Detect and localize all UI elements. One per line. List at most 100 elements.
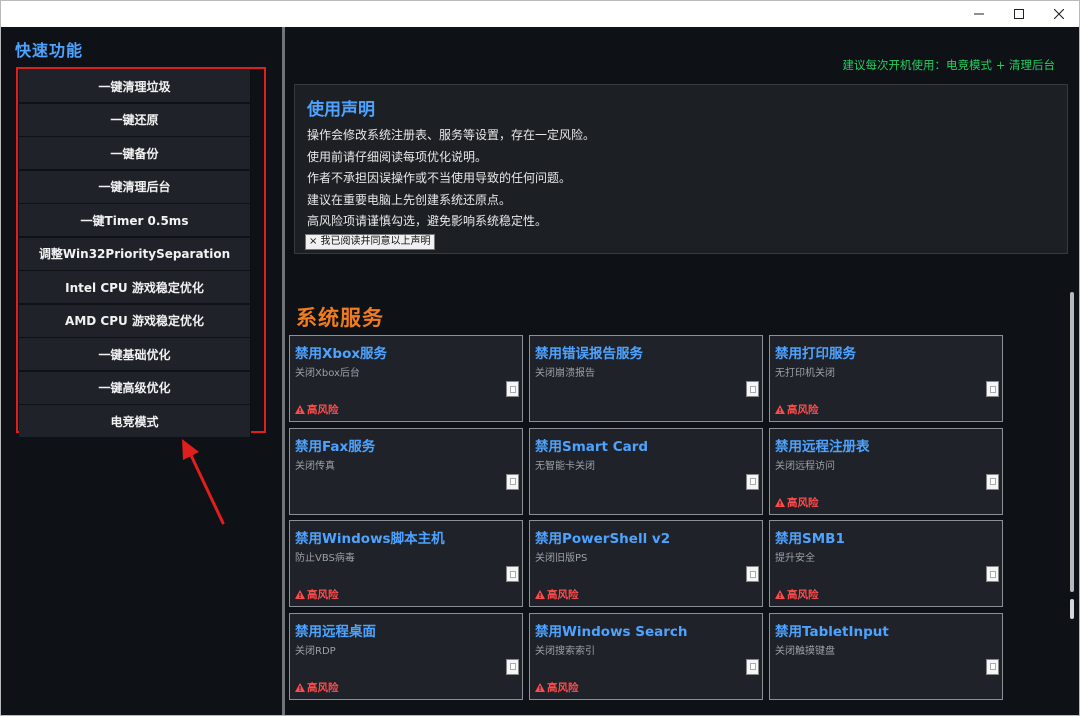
quick-button[interactable]: 一键清理垃圾	[19, 70, 251, 102]
checkbox-box-icon	[749, 478, 756, 485]
service-card-title: 禁用TabletInput	[775, 623, 889, 640]
service-card-desc: 关闭远程访问	[775, 460, 835, 472]
agree-checkbox[interactable]: × 我已阅读并同意以上声明	[305, 234, 435, 250]
service-checkbox[interactable]	[746, 381, 759, 397]
warning-icon	[535, 682, 545, 692]
service-checkbox[interactable]	[746, 566, 759, 582]
service-card-title: 禁用Windows脚本主机	[295, 531, 445, 547]
minimize-button[interactable]	[959, 1, 999, 27]
service-card: 禁用错误报告服务关闭崩溃报告	[529, 335, 763, 422]
close-button[interactable]	[1039, 1, 1079, 27]
red-arrow-annotation	[182, 439, 225, 525]
quick-button[interactable]: 调整Win32PrioritySeparation	[19, 237, 251, 270]
risk-badge: 高风险	[295, 587, 339, 602]
scrollbar[interactable]	[1069, 289, 1075, 715]
warning-icon	[295, 590, 305, 599]
notice-line: 作者不承担因误操作或不当使用导致的任何问题。	[307, 171, 572, 185]
service-card-title: 禁用PowerShell v2	[535, 531, 671, 547]
app-window: 快速功能 一键清理垃圾 一键还原 一键备份 一键清理后台 一键Timer 0.5ms 调整…	[0, 0, 1080, 716]
notice-line: 建议在重要电脑上先创建系统还原点。	[307, 192, 512, 207]
notice-line: 使用前请仔细阅读每项优化说明。	[307, 149, 488, 164]
quick-button[interactable]: Intel CPU 游戏稳定优化	[19, 271, 251, 303]
risk-badge: 高风险	[295, 680, 339, 695]
service-card-desc: 关闭旧版PS	[535, 553, 588, 564]
system-services-title: 系统服务	[296, 306, 384, 330]
service-card-desc: 无打印机关闭	[775, 368, 835, 379]
service-checkbox[interactable]	[986, 658, 999, 675]
risk-label: 高风险	[787, 496, 819, 509]
service-card-desc: 关闭崩溃报告	[535, 368, 595, 379]
risk-label: 高风险	[787, 589, 819, 601]
service-card-title: 禁用Windows Search	[535, 623, 688, 640]
quick-button[interactable]: 一键清理后台	[19, 170, 251, 203]
warning-icon	[775, 405, 785, 414]
title-bar	[1, 1, 1079, 27]
checkbox-box-icon	[989, 385, 996, 393]
risk-label: 高风险	[307, 589, 339, 601]
service-checkbox[interactable]	[506, 473, 519, 490]
scrollbar-thumb-lower[interactable]	[1070, 599, 1074, 619]
service-card-title: 禁用Smart Card	[535, 438, 649, 455]
quick-button[interactable]: 一键Timer 0.5ms	[19, 204, 251, 236]
notice-line: 操作会修改系统注册表、服务等设置，存在一定风险。	[307, 128, 596, 142]
risk-badge: 高风险	[295, 402, 339, 417]
service-card-title: 禁用远程注册表	[775, 438, 870, 455]
notice-title: 使用声明	[307, 100, 375, 120]
checkbox-box-icon	[509, 570, 516, 578]
panel-divider	[282, 27, 285, 715]
minimize-icon	[974, 13, 984, 15]
service-card-desc: 关闭触摸键盘	[775, 645, 835, 657]
service-card-title: 禁用错误报告服务	[535, 346, 643, 362]
service-card-desc: 关闭RDP	[295, 645, 336, 657]
service-card: 禁用Smart Card 无智能卡关闭	[529, 427, 763, 515]
service-card-title: 禁用远程桌面	[295, 623, 376, 640]
maximize-button[interactable]	[999, 1, 1039, 27]
checkbox-box-icon	[509, 385, 516, 393]
service-card-title: 禁用打印服务	[775, 346, 856, 362]
risk-label: 高风险	[547, 681, 579, 694]
main-content: 建议每次开机使用：电竞模式 + 清理后台 使用声明 操作会修改系统注册表、服务等…	[286, 27, 1079, 715]
service-card-desc: 防止VBS病毒	[295, 553, 355, 564]
service-checkbox[interactable]	[746, 473, 759, 490]
service-checkbox[interactable]	[986, 473, 999, 490]
risk-label: 高风险	[307, 404, 339, 416]
quick-button[interactable]: 电竞模式	[19, 405, 251, 437]
service-checkbox[interactable]	[986, 381, 999, 397]
quick-button[interactable]: 一键备份	[19, 137, 251, 169]
service-checkbox[interactable]	[506, 658, 519, 675]
quick-functions-list: 一键清理垃圾 一键还原 一键备份 一键清理后台 一键Timer 0.5ms 调整Win32…	[16, 67, 266, 437]
checkbox-box-icon	[749, 570, 756, 578]
quick-button[interactable]: 一键基础优化	[19, 338, 251, 370]
maximize-icon	[1014, 9, 1024, 19]
service-card: 禁用远程桌面关闭RDP 高风险	[289, 612, 523, 700]
service-card: 禁用远程注册表关闭远程访问 高风险	[769, 427, 1003, 515]
quick-button[interactable]: 一键高级优化	[19, 371, 251, 404]
checkbox-box-icon	[989, 570, 996, 578]
checkbox-box-icon	[749, 663, 756, 670]
quick-functions-panel: 快速功能 一键清理垃圾 一键还原 一键备份 一键清理后台 一键Timer 0.5ms 调整…	[1, 27, 281, 715]
service-card: 禁用Xbox服务 关闭Xbox后台 高风险	[289, 335, 523, 422]
service-checkbox[interactable]	[986, 566, 999, 582]
service-checkbox[interactable]	[506, 381, 519, 397]
service-card: 禁用TabletInput 关闭触摸键盘	[769, 612, 1003, 700]
quick-button[interactable]: AMD CPU 游戏稳定优化	[19, 304, 251, 337]
usage-notice: 使用声明 操作会修改系统注册表、服务等设置，存在一定风险。 使用前请仔细阅读每项…	[294, 84, 1068, 254]
warning-icon	[775, 590, 785, 599]
scrollbar-thumb[interactable]	[1070, 292, 1074, 592]
risk-badge: 高风险	[535, 680, 579, 695]
service-card-desc: 关闭传真	[295, 460, 335, 472]
checkbox-box-icon	[749, 385, 756, 393]
service-card-desc: 关闭搜索索引	[535, 645, 595, 657]
risk-badge: 高风险	[775, 402, 819, 417]
service-card-desc: 提升安全	[775, 553, 815, 564]
service-checkbox[interactable]	[506, 566, 519, 582]
checkbox-box-icon	[509, 663, 516, 670]
service-checkbox[interactable]	[746, 658, 759, 675]
recommend-hint: 建议每次开机使用：电竞模式 + 清理后台	[842, 58, 1055, 72]
service-card-title: 禁用Fax服务	[295, 438, 376, 455]
risk-label: 高风险	[307, 681, 339, 694]
quick-button[interactable]: 一键还原	[19, 103, 251, 136]
service-card: 禁用SMB1 提升安全 高风险	[769, 520, 1003, 607]
notice-lines: 操作会修改系统注册表、服务等设置，存在一定风险。 使用前请仔细阅读每项优化说明。…	[307, 125, 595, 233]
warning-icon	[295, 405, 305, 414]
